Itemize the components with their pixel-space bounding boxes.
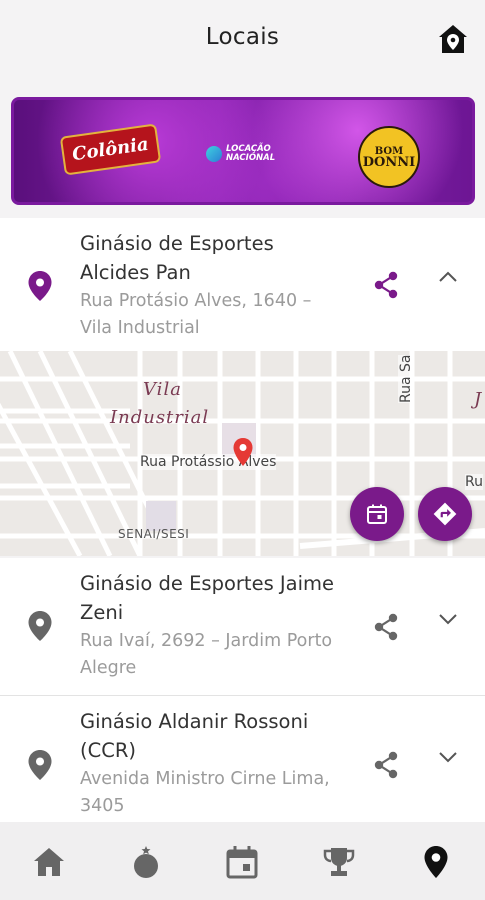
venue-address: Rua Protásio Alves, 1640 – Vila Industri… bbox=[80, 288, 311, 342]
venue-card[interactable]: Ginásio de Esportes Jaime Zeni Rua Ivaí,… bbox=[0, 558, 485, 695]
venue-address-line: Rua Protásio Alves, 1640 – bbox=[80, 291, 312, 311]
calendar-icon bbox=[367, 504, 387, 524]
venue-name-line: Ginásio de Esportes Jaime bbox=[80, 572, 335, 595]
venue-map[interactable]: Vila Industrial Rua Protássio Alves SENA… bbox=[0, 351, 485, 556]
map-district-label: Industrial bbox=[110, 407, 210, 428]
venue-address-line: Rua Ivaí, 2692 – Jardim Porto bbox=[80, 631, 333, 651]
bottom-navigation bbox=[0, 822, 485, 900]
venue-name-line: (CCR) bbox=[80, 739, 136, 762]
directions-icon bbox=[433, 502, 457, 526]
venue-address-line: Alegre bbox=[80, 658, 137, 678]
location-pin-icon bbox=[28, 750, 52, 780]
app-header: Locais bbox=[0, 0, 485, 78]
sponsor-logo-colonia: Colônia bbox=[59, 123, 162, 176]
venue-card[interactable]: Ginásio Aldanir Rossoni (CCR) Avenida Mi… bbox=[0, 696, 485, 822]
map-marker-icon[interactable] bbox=[232, 437, 254, 467]
sponsor-banner[interactable]: Colônia LOCAÇÃO NACIONAL BOM DONNI bbox=[11, 97, 475, 205]
map-street-label: Rua Protássio Alves bbox=[140, 454, 277, 470]
sponsor-logo-locacao-nacional: LOCAÇÃO NACIONAL bbox=[206, 145, 275, 163]
medal-icon[interactable] bbox=[128, 844, 164, 880]
chevron-down-icon[interactable] bbox=[437, 612, 459, 626]
home-icon[interactable] bbox=[31, 844, 67, 880]
venue-name: Ginásio de Esportes Jaime Zeni bbox=[80, 569, 334, 627]
page-title: Locais bbox=[205, 24, 280, 50]
map-poi-label: SENAI/SESI bbox=[118, 527, 190, 541]
home-pin-icon[interactable] bbox=[436, 22, 470, 56]
map-district-label: J bbox=[474, 389, 483, 410]
trophy-icon[interactable] bbox=[321, 844, 357, 880]
venue-address-line: Vila Industrial bbox=[80, 318, 200, 338]
sponsor-logo-text: NACIONAL bbox=[226, 153, 276, 163]
venue-name-line: Zeni bbox=[80, 601, 124, 624]
venue-name-line: Alcides Pan bbox=[80, 261, 191, 284]
map-street-label: Rua Sa bbox=[398, 354, 414, 403]
venue-name-line: Ginásio Aldanir Rossoni bbox=[80, 710, 309, 733]
calendar-icon[interactable] bbox=[224, 844, 260, 880]
location-pin-icon[interactable] bbox=[418, 844, 454, 880]
venue-address: Rua Ivaí, 2692 – Jardim Porto Alegre bbox=[80, 628, 332, 682]
sponsor-logo-text: DONNI bbox=[362, 155, 416, 170]
sponsor-logo-bom-donni: BOM DONNI bbox=[358, 126, 420, 188]
map-district-label: Vila bbox=[143, 379, 182, 400]
location-pin-icon bbox=[28, 271, 52, 301]
calendar-fab-button[interactable] bbox=[350, 487, 404, 541]
venue-address: Avenida Ministro Cirne Lima, 3405 bbox=[80, 766, 330, 820]
directions-fab-button[interactable] bbox=[418, 487, 472, 541]
share-icon[interactable] bbox=[372, 612, 400, 642]
venue-name: Ginásio Aldanir Rossoni (CCR) bbox=[80, 707, 308, 765]
chevron-up-icon[interactable] bbox=[437, 270, 459, 284]
chevron-down-icon[interactable] bbox=[437, 750, 459, 764]
location-pin-icon bbox=[28, 611, 52, 641]
venue-name-line: Ginásio de Esportes bbox=[80, 232, 274, 255]
globe-icon bbox=[206, 146, 222, 162]
share-icon[interactable] bbox=[372, 750, 400, 780]
map-street-label: Ru bbox=[465, 474, 483, 490]
venue-address-line: Avenida Ministro Cirne Lima, bbox=[80, 769, 330, 789]
share-icon[interactable] bbox=[372, 270, 400, 300]
venue-name: Ginásio de Esportes Alcides Pan bbox=[80, 229, 274, 287]
venue-address-line: 3405 bbox=[80, 796, 125, 816]
